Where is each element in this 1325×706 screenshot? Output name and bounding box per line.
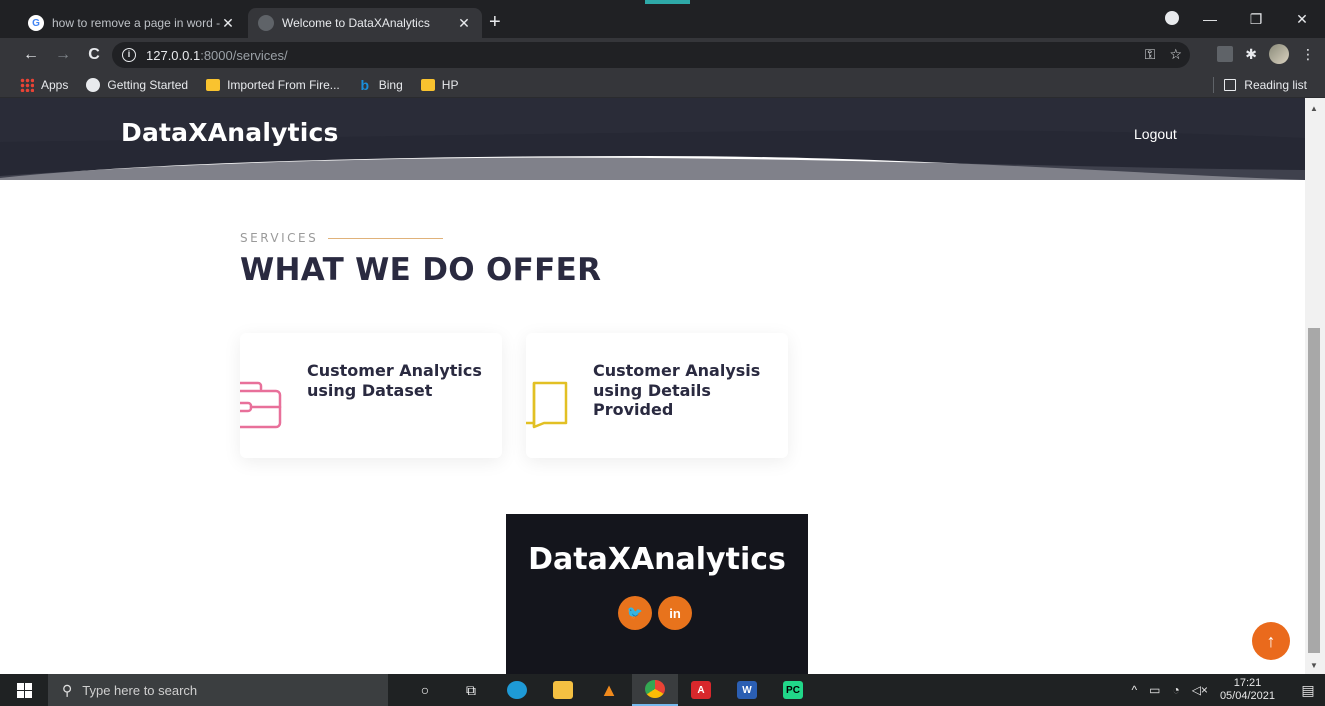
puzzle-icon[interactable]: ✱: [1245, 46, 1257, 63]
word-icon[interactable]: W: [724, 674, 770, 706]
tab-search-icon[interactable]: [1157, 10, 1187, 28]
key-icon[interactable]: ⚿: [1145, 46, 1156, 63]
cortana-icon[interactable]: ○: [402, 674, 448, 706]
globe-icon: [258, 15, 274, 31]
wifi-icon[interactable]: ◔: [1172, 683, 1179, 697]
bookmark-hp[interactable]: HP: [420, 77, 459, 92]
clock-time: 17:21: [1233, 677, 1262, 689]
bookmark-label: Getting Started: [107, 77, 189, 92]
windows-start-button[interactable]: [0, 674, 48, 706]
footer-brand: DataXAnalytics: [528, 542, 786, 577]
back-to-top-button[interactable]: ↑: [1252, 622, 1290, 660]
volume-icon[interactable]: ◁×: [1192, 683, 1208, 697]
globe-icon: [86, 77, 101, 92]
task-view-icon[interactable]: ⧉: [448, 674, 494, 706]
tab-google-search[interactable]: G how to remove a page in word - ✕: [18, 8, 246, 38]
chrome-icon[interactable]: [632, 674, 678, 706]
window-controls: — ❐ ✕: [1157, 0, 1325, 38]
bookmark-label: Imported From Fire...: [227, 77, 340, 92]
tab-close-icon[interactable]: ✕: [456, 15, 472, 32]
reading-list-label: Reading list: [1244, 78, 1307, 92]
extension-icon[interactable]: [1217, 46, 1234, 62]
reload-button[interactable]: C: [83, 44, 105, 66]
page-viewport: DataXAnalytics Logout SERVICES WHAT WE D…: [0, 98, 1305, 674]
profile-avatar[interactable]: [1269, 44, 1289, 64]
system-tray: ^ ▭ ◔ ◁× 17:21 05/04/2021 ▤: [1131, 674, 1325, 706]
battery-icon[interactable]: ▭: [1149, 683, 1160, 697]
bing-icon: b: [360, 76, 370, 93]
pycharm-icon[interactable]: PC: [770, 674, 816, 706]
bookmark-getting-started[interactable]: Getting Started: [86, 77, 189, 92]
edge-icon[interactable]: [494, 674, 540, 706]
bookmark-imported[interactable]: Imported From Fire...: [206, 78, 340, 92]
restore-button[interactable]: ❐: [1233, 11, 1279, 28]
browser-tab-strip: G how to remove a page in word - ✕ Welco…: [0, 0, 1325, 38]
tab-close-icon[interactable]: ✕: [220, 15, 236, 32]
file-explorer-icon[interactable]: [540, 674, 586, 706]
social-links: 🐦 in: [618, 596, 692, 630]
footer: DataXAnalytics 🐦 in: [506, 514, 808, 674]
scroll-up-arrow-icon[interactable]: ▲: [1310, 104, 1318, 113]
tray-overflow-icon[interactable]: ^: [1131, 683, 1137, 697]
bookmarks-bar: Apps Getting Started Imported From Fire.…: [0, 72, 1325, 98]
service-label: Customer Analysis using Details Provided: [593, 361, 761, 419]
forward-button[interactable]: →: [52, 44, 74, 66]
page-scrollbar[interactable]: ▲ ▼: [1305, 98, 1325, 674]
tab-title: Welcome to DataXAnalytics: [282, 16, 430, 30]
taskbar-search-box[interactable]: ⚲ Type here to search: [48, 674, 388, 706]
close-window-button[interactable]: ✕: [1279, 11, 1325, 28]
address-toolbar: ← → C i 127.0.0.1:8000/services/ ⚿ ☆ ✱ ⋮: [0, 38, 1325, 72]
folder-icon: [420, 78, 435, 91]
vlc-icon[interactable]: ▲: [586, 674, 632, 706]
site-brand-logo[interactable]: DataXAnalytics: [121, 118, 339, 147]
google-icon: G: [28, 15, 44, 31]
apps-grid-icon: [20, 77, 34, 92]
section-tag-label: SERVICES: [240, 231, 319, 245]
divider: [1213, 77, 1215, 93]
minimize-button[interactable]: —: [1187, 11, 1233, 27]
service-card[interactable]: Customer Analytics using Dataset: [240, 333, 502, 458]
windows-logo-icon: [16, 682, 32, 698]
taskbar-clock[interactable]: 17:21 05/04/2021: [1220, 677, 1275, 703]
linkedin-icon[interactable]: in: [658, 596, 692, 630]
tab-dataxanalytics[interactable]: Welcome to DataXAnalytics ✕: [248, 8, 482, 38]
scroll-down-arrow-icon[interactable]: ▼: [1310, 661, 1318, 670]
logout-link[interactable]: Logout: [1134, 126, 1177, 142]
notification-center-icon[interactable]: ▤: [1291, 682, 1325, 699]
url-host: 127.0.0.1: [146, 47, 201, 63]
bookmark-apps[interactable]: Apps: [20, 77, 69, 92]
section-title: WHAT WE DO OFFER: [240, 252, 602, 288]
site-info-icon[interactable]: i: [122, 48, 136, 62]
windows-taskbar: ⚲ Type here to search ○ ⧉ ▲ A W PC ^ ▭ ◔…: [0, 674, 1325, 706]
site-header: DataXAnalytics Logout: [0, 98, 1305, 180]
tab-title: how to remove a page in word -: [52, 16, 220, 30]
bookmark-star-icon[interactable]: ☆: [1169, 46, 1182, 63]
reading-list-icon: [1224, 79, 1237, 91]
section-tag-line: [328, 237, 444, 239]
folder-icon: [206, 78, 221, 91]
back-button[interactable]: ←: [20, 44, 42, 66]
twitter-icon[interactable]: 🐦: [618, 596, 652, 630]
new-tab-button[interactable]: +: [489, 12, 501, 32]
clock-date: 05/04/2021: [1219, 690, 1275, 702]
acrobat-icon[interactable]: A: [678, 674, 724, 706]
book-icon: [526, 381, 568, 429]
url-path: :8000/services/: [200, 47, 288, 63]
tab-strip-accent: [645, 0, 690, 4]
bookmark-label: HP: [441, 77, 459, 92]
service-label: Customer Analytics using Dataset: [307, 361, 482, 400]
bookmark-label: Apps: [41, 77, 69, 92]
bookmark-bing[interactable]: b Bing: [358, 76, 403, 93]
briefcase-icon: [240, 381, 282, 429]
taskbar-apps: ○ ⧉ ▲ A W PC: [402, 674, 816, 706]
bookmark-label: Bing: [378, 77, 403, 92]
service-card[interactable]: Customer Analysis using Details Provided: [526, 333, 788, 458]
scrollbar-thumb[interactable]: [1308, 328, 1320, 653]
search-icon: ⚲: [62, 681, 73, 698]
menu-kebab-icon[interactable]: ⋮: [1301, 46, 1315, 63]
section-tag: SERVICES: [240, 231, 444, 245]
taskbar-search-placeholder: Type here to search: [82, 682, 198, 698]
reading-list-button[interactable]: Reading list: [1213, 77, 1307, 93]
url-bar[interactable]: i 127.0.0.1:8000/services/ ⚿ ☆: [112, 42, 1190, 68]
